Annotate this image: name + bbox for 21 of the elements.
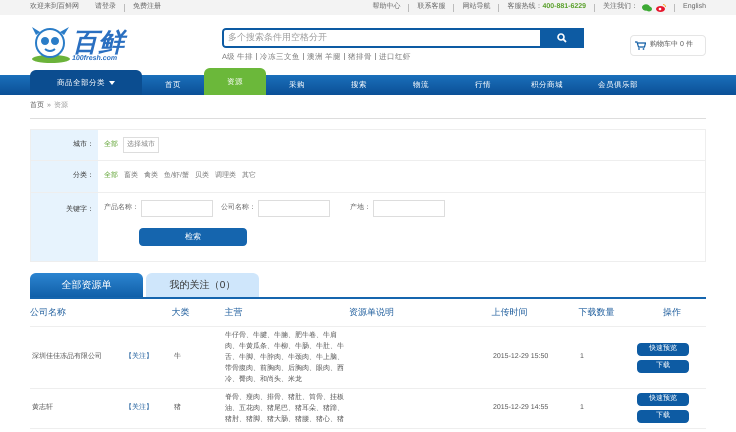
mascot-icon xyxy=(30,25,72,65)
search-icon xyxy=(557,32,567,43)
list-tab[interactable]: 全部资源单 xyxy=(30,273,143,297)
cart-icon xyxy=(635,40,646,50)
column-header: 主营 xyxy=(224,306,244,319)
input-field[interactable] xyxy=(258,200,330,217)
search-field[interactable]: 多个搜索条件用空格分开 xyxy=(222,28,540,48)
list-tab[interactable]: 我的关注（0） xyxy=(146,273,259,297)
search-button[interactable] xyxy=(540,28,584,48)
search-button[interactable]: 检索 xyxy=(139,228,247,246)
column-header: 公司名称 xyxy=(30,306,67,319)
column-header: 上传时间 xyxy=(492,306,529,319)
weibo-icon[interactable] xyxy=(656,4,666,12)
column-header: 操作 xyxy=(662,306,682,319)
column-header: 资源单说明 xyxy=(349,306,396,319)
input-field[interactable] xyxy=(141,200,213,217)
chat-icon[interactable] xyxy=(642,4,652,12)
input-field[interactable] xyxy=(373,200,445,217)
column-header: 下载数量 xyxy=(578,306,616,319)
caret-icon xyxy=(109,80,115,84)
column-header: 大类 xyxy=(172,306,191,319)
